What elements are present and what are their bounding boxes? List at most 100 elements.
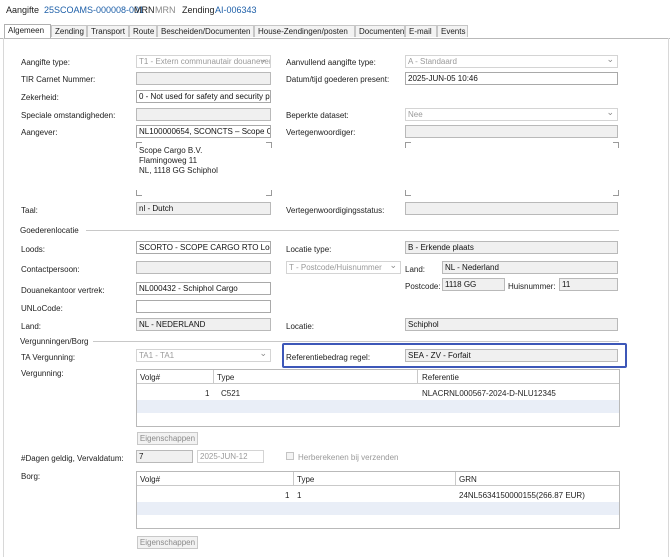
row-grn: 24NL5634150000155(266.87 EUR) bbox=[459, 491, 585, 500]
row-type: C521 bbox=[221, 389, 241, 398]
table-row-empty bbox=[137, 400, 619, 413]
beperkte-dataset-select[interactable]: Nee bbox=[405, 108, 618, 121]
col-type[interactable]: Type bbox=[217, 373, 234, 382]
speciale-omstandigheden-label: Speciale omstandigheden: bbox=[21, 111, 116, 120]
vervaldatum-input[interactable]: 2025-JUN-12 bbox=[197, 450, 264, 463]
col-referentie[interactable]: Referentie bbox=[422, 373, 459, 382]
table-row[interactable]: 1 C521 NLACRNL000567-2024-D-NLU12345 bbox=[137, 386, 619, 399]
vert-corner-br bbox=[613, 190, 619, 196]
col-divider bbox=[293, 472, 294, 485]
col-divider bbox=[417, 370, 418, 383]
aangever-input[interactable]: NL100000654, SCONCTS – Scope Cargo bbox=[136, 125, 271, 138]
row-volg: 1 bbox=[205, 389, 210, 398]
vergunningen-section-title: Vergunningen/Borg bbox=[20, 337, 89, 346]
table-row[interactable]: 1 1 24NL5634150000155(266.87 EUR) bbox=[137, 488, 619, 501]
address-line-1: Scope Cargo B.V. bbox=[139, 146, 203, 155]
ta-vergunning-select[interactable]: TA1 - TA1 bbox=[136, 349, 271, 362]
locatie-type-input[interactable]: B - Erkende plaats bbox=[405, 241, 618, 254]
beperkte-dataset-label: Beperkte dataset: bbox=[286, 111, 349, 120]
contactpersoon-input[interactable] bbox=[136, 261, 271, 274]
aanvullend-type-select[interactable]: A - Standaard bbox=[405, 55, 618, 68]
contactpersoon-label: Contactpersoon: bbox=[21, 265, 80, 274]
address-line-3: NL, 1118 GG Schiphol bbox=[139, 166, 218, 175]
zending-number[interactable]: AI-006343 bbox=[215, 5, 257, 15]
borg-grid: Volg# Type GRN 1 1 24NL5634150000155(266… bbox=[136, 471, 620, 529]
zekerheid-label: Zekerheid: bbox=[21, 93, 59, 102]
tir-carnet-input[interactable] bbox=[136, 72, 271, 85]
unlocode-input[interactable] bbox=[136, 300, 271, 313]
col-volg[interactable]: Volg# bbox=[140, 475, 160, 484]
tab-events[interactable]: Events bbox=[437, 25, 468, 37]
speciale-omstandigheden-input[interactable] bbox=[136, 108, 271, 121]
locatie-input[interactable]: Schiphol bbox=[405, 318, 618, 331]
tab-algemeen[interactable]: Algemeen bbox=[4, 24, 51, 38]
loods-label: Loods: bbox=[21, 245, 46, 254]
tab-bescheiden[interactable]: Bescheiden/Documenten bbox=[157, 25, 254, 37]
vergunning-grid-header: Volg# Type Referentie bbox=[137, 370, 619, 384]
col-volg[interactable]: Volg# bbox=[140, 373, 160, 382]
aanvullend-type-label: Aanvullend aangifte type: bbox=[286, 58, 376, 67]
herberekenen-checkbox[interactable] bbox=[286, 452, 294, 460]
zekerheid-input[interactable]: 0 - Not used for safety and security pur… bbox=[136, 90, 271, 103]
tab-house-zendingen[interactable]: House-Zendingen/posten bbox=[254, 25, 355, 37]
vergunningen-separator bbox=[93, 341, 619, 342]
land2-input[interactable]: NL - NEDERLAND bbox=[136, 318, 271, 331]
aangifte-number[interactable]: 25SCOAMS-000008-001 bbox=[44, 5, 144, 15]
col-divider bbox=[455, 472, 456, 485]
aangifte-type-select[interactable]: T1 - Extern communautair douanevervoer bbox=[136, 55, 271, 68]
land-label: Land: bbox=[405, 265, 426, 274]
tab-email[interactable]: E-mail bbox=[405, 25, 437, 37]
col-type[interactable]: Type bbox=[297, 475, 314, 484]
loods-input[interactable]: SCORTO - SCOPE CARGO RTO Locatie bbox=[136, 241, 271, 254]
aangifte-label: Aangifte bbox=[6, 5, 40, 15]
vertegenwoordiger-label: Vertegenwoordiger: bbox=[286, 128, 356, 137]
header-bar: Aangifte 25SCOAMS-000008-001 MRN MRN Zen… bbox=[0, 0, 670, 22]
tab-zending[interactable]: Zending bbox=[51, 25, 87, 37]
locatie-label: Locatie: bbox=[286, 322, 315, 331]
address-line-2: Flamingoweg 11 bbox=[139, 156, 198, 165]
col-divider bbox=[213, 370, 214, 383]
mrn-value: MRN bbox=[155, 5, 176, 15]
zending-label: Zending bbox=[182, 5, 215, 15]
unlocode-label: UNLoCode: bbox=[21, 304, 63, 313]
postcode-huisnummer-select[interactable]: T - Postcode/Huisnummer bbox=[286, 261, 401, 274]
row-type: 1 bbox=[297, 491, 302, 500]
aangifte-type-label: Aangifte type: bbox=[21, 58, 70, 67]
eigenschappen-button[interactable]: Eigenschappen bbox=[137, 432, 198, 445]
tab-transport[interactable]: Transport bbox=[87, 25, 129, 37]
row-referentie: NLACRNL000567-2024-D-NLU12345 bbox=[422, 389, 556, 398]
address-corner-br bbox=[266, 190, 272, 196]
taal-input[interactable]: nl - Dutch bbox=[136, 202, 271, 215]
eigenschappen-borg-button[interactable]: Eigenschappen bbox=[137, 536, 198, 549]
vergunning-grid: Volg# Type Referentie 1 C521 NLACRNL0005… bbox=[136, 369, 620, 427]
datum-goederen-label: Datum/tijd goederen present: bbox=[286, 75, 390, 84]
address-corner-tr bbox=[266, 142, 272, 148]
dagen-geldig-input[interactable]: 7 bbox=[136, 450, 193, 463]
vert-corner-bl bbox=[405, 190, 411, 196]
row-volg: 1 bbox=[285, 491, 290, 500]
huisnummer-input[interactable]: 11 bbox=[559, 278, 618, 291]
referentiebedrag-input[interactable]: SEA - ZV - Forfait bbox=[405, 349, 618, 362]
address-corner-bl bbox=[136, 190, 142, 196]
taal-label: Taal: bbox=[21, 206, 38, 215]
vertegenwoordigingsstatus-label: Vertegenwoordigingsstatus: bbox=[286, 206, 385, 215]
referentiebedrag-label: Referentiebedrag regel: bbox=[286, 353, 371, 362]
ta-vergunning-label: TA Vergunning: bbox=[21, 353, 76, 362]
tab-route[interactable]: Route bbox=[129, 25, 157, 37]
postcode-label: Postcode: bbox=[405, 282, 441, 291]
tab-bar: Algemeen Zending Transport Route Beschei… bbox=[0, 24, 670, 39]
col-grn[interactable]: GRN bbox=[459, 475, 477, 484]
vertegenwoordigingsstatus-input[interactable] bbox=[405, 202, 618, 215]
douanekantoor-label: Douanekantoor vertrek: bbox=[21, 286, 105, 295]
datum-goederen-input[interactable]: 2025-JUN-05 10:46 bbox=[405, 72, 618, 85]
douanekantoor-input[interactable]: NL000432 - Schiphol Cargo bbox=[136, 282, 271, 295]
table-row-empty bbox=[137, 502, 619, 515]
herberekenen-label: Herberekenen bij verzenden bbox=[298, 453, 399, 462]
tab-documenten[interactable]: Documenten bbox=[355, 25, 405, 37]
vertegenwoordiger-input[interactable] bbox=[405, 125, 618, 138]
land2-label: Land: bbox=[21, 322, 42, 331]
borg-label: Borg: bbox=[21, 472, 41, 481]
postcode-input[interactable]: 1118 GG bbox=[442, 278, 505, 291]
land-input[interactable]: NL - Nederland bbox=[442, 261, 618, 274]
borg-grid-header: Volg# Type GRN bbox=[137, 472, 619, 486]
